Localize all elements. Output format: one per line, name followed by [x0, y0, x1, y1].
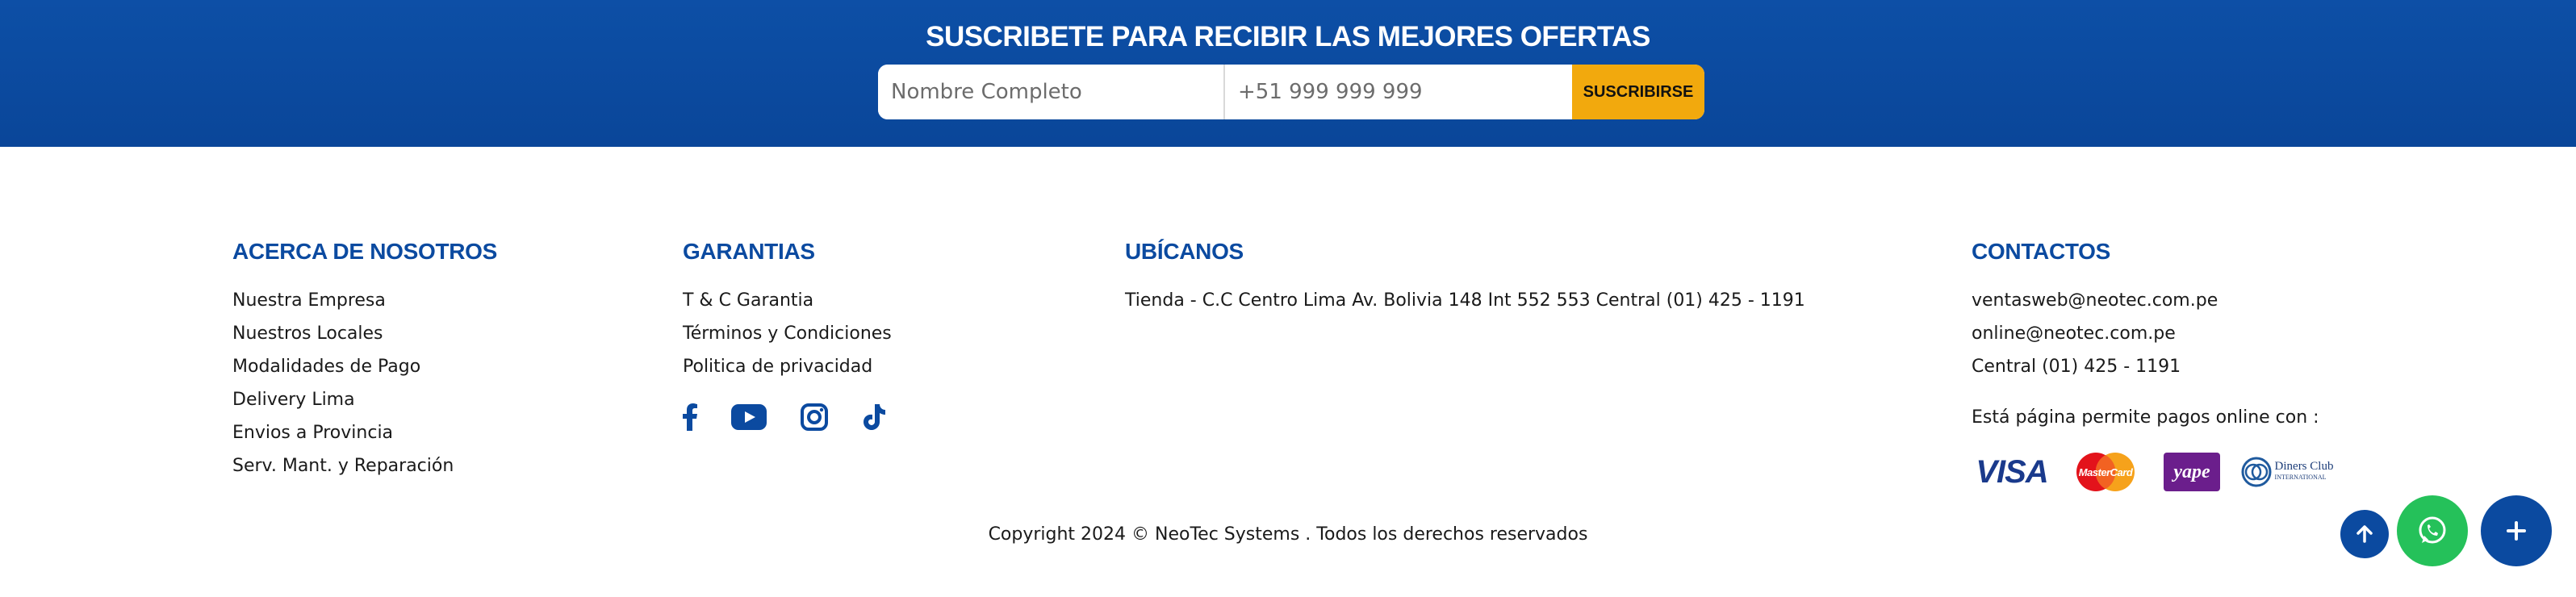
visa-logo-text: VISA: [1976, 453, 2048, 490]
central-phone[interactable]: Central (01) 425 - 1191: [1972, 357, 2181, 377]
tiktok-icon[interactable]: [862, 401, 886, 433]
link-modalidades-pago[interactable]: Modalidades de Pago: [232, 357, 420, 377]
scroll-to-top-button[interactable]: [2340, 510, 2389, 558]
location-heading: UBÍCANOS: [1125, 239, 1244, 264]
full-name-input[interactable]: [878, 65, 1225, 119]
arrow-up-icon: [2356, 525, 2373, 543]
yape-logo: yape: [2164, 453, 2220, 491]
link-nuestros-locales[interactable]: Nuestros Locales: [232, 324, 383, 344]
whatsapp-icon: [2419, 516, 2446, 544]
link-nuestra-empresa[interactable]: Nuestra Empresa: [232, 290, 386, 311]
about-column: ACERCA DE NOSOTROS Nuestra Empresa Nuest…: [232, 237, 497, 482]
diners-club-line2: INTERNATIONAL: [2274, 474, 2327, 481]
subscribe-title: SUSCRIBETE PARA RECIBIR LAS MEJORES OFER…: [926, 21, 1650, 52]
subscribe-button[interactable]: SUSCRIBIRSE: [1572, 65, 1704, 119]
phone-input[interactable]: [1225, 65, 1572, 119]
copyright-text: Copyright 2024 © NeoTec Systems . Todos …: [988, 524, 1588, 545]
instagram-icon[interactable]: [801, 401, 828, 433]
payments-text: Está página permite pagos online con :: [1972, 407, 2319, 428]
whatsapp-button[interactable]: [2397, 495, 2468, 566]
guarantees-heading: GARANTIAS: [683, 239, 815, 264]
diners-club-line1: Diners Club: [2274, 460, 2334, 473]
email-ventasweb[interactable]: ventasweb@neotec.com.pe: [1972, 290, 2218, 311]
link-delivery-lima[interactable]: Delivery Lima: [232, 390, 355, 410]
link-envios-provincia[interactable]: Envios a Provincia: [232, 423, 393, 443]
facebook-icon[interactable]: [683, 401, 697, 433]
store-address: Tienda - C.C Centro Lima Av. Bolivia 148…: [1125, 290, 1805, 311]
location-column: UBÍCANOS Tienda - C.C Centro Lima Av. Bo…: [1125, 237, 1805, 317]
link-serv-mant-reparacion[interactable]: Serv. Mant. y Reparación: [232, 456, 454, 476]
plus-icon: [2507, 521, 2526, 541]
visa-logo: VISA: [1972, 452, 2052, 492]
link-politica-privacidad[interactable]: Politica de privacidad: [683, 357, 872, 377]
payment-methods: VISA MasterCard yape Diners Club INTERNA…: [1972, 452, 2340, 492]
youtube-icon[interactable]: [731, 401, 767, 433]
guarantees-column: GARANTIAS T & C Garantia Términos y Cond…: [683, 237, 892, 433]
diners-club-logo: Diners Club INTERNATIONAL: [2235, 452, 2340, 492]
mastercard-logo-text: MasterCard: [2078, 465, 2133, 478]
contacts-heading: CONTACTOS: [1972, 239, 2111, 264]
email-online[interactable]: online@neotec.com.pe: [1972, 324, 2176, 344]
mastercard-logo: MasterCard: [2067, 452, 2144, 492]
link-tc-garantia[interactable]: T & C Garantia: [683, 290, 813, 311]
contacts-column: CONTACTOS ventasweb@neotec.com.pe online…: [1972, 237, 2340, 492]
social-links: [683, 401, 892, 433]
subscribe-form: SUSCRIBIRSE: [878, 65, 1704, 119]
subscribe-banner: SUSCRIBETE PARA RECIBIR LAS MEJORES OFER…: [0, 0, 2576, 147]
about-heading: ACERCA DE NOSOTROS: [232, 239, 498, 264]
yape-logo-text: yape: [2173, 461, 2210, 482]
link-terminos-condiciones[interactable]: Términos y Condiciones: [683, 324, 892, 344]
more-actions-button[interactable]: [2481, 495, 2552, 566]
